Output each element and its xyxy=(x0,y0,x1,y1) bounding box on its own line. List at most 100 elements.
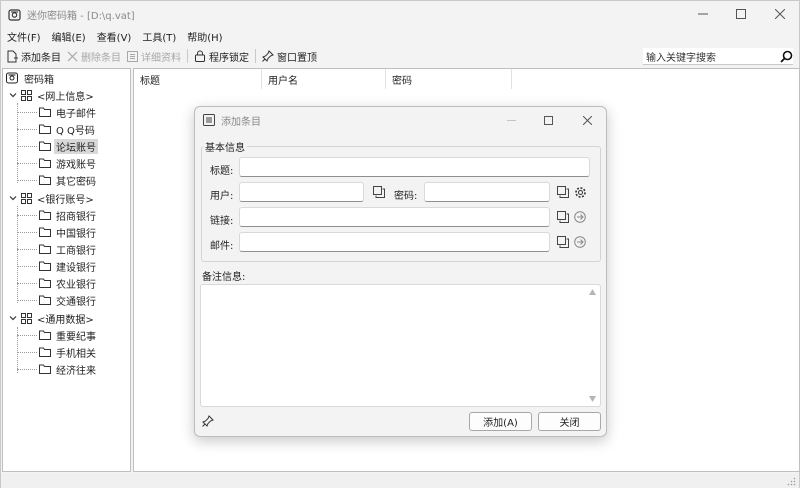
lock-button[interactable]: 程序锁定 xyxy=(194,49,249,64)
details-icon xyxy=(203,114,215,126)
title-bar: 迷你密码箱 - [D:\q.vat] xyxy=(1,1,799,27)
basic-info-title: 基本信息 xyxy=(203,139,247,154)
delete-entry-button[interactable]: 删除条目 xyxy=(67,49,121,64)
add-button[interactable]: 添加(A) xyxy=(469,412,532,431)
link-input[interactable] xyxy=(239,207,550,227)
open-link-button[interactable] xyxy=(573,210,587,224)
menu-view[interactable]: 查看(V) xyxy=(97,29,132,44)
title-input[interactable] xyxy=(239,157,590,177)
tree-item-events[interactable]: 重要纪事 xyxy=(39,327,98,343)
tree-connector xyxy=(17,327,18,373)
tree-item-label: 其它密码 xyxy=(56,176,96,188)
copy-link-button[interactable] xyxy=(556,210,570,224)
tree-item-label: 游戏账号 xyxy=(56,159,96,171)
lock-label: 程序锁定 xyxy=(209,52,249,64)
tree-connector xyxy=(17,232,37,233)
generate-password-button[interactable] xyxy=(573,185,587,199)
folder-icon xyxy=(39,158,51,168)
tree-item-label: 建设银行 xyxy=(56,262,96,274)
column-header-username[interactable]: 用户名 xyxy=(262,69,386,89)
scroll-up-icon[interactable] xyxy=(589,289,596,295)
folder-icon xyxy=(39,330,51,340)
tree-item-forum[interactable]: 论坛账号 xyxy=(39,138,98,154)
copy-icon xyxy=(557,211,569,223)
group-icon xyxy=(21,89,32,101)
user-input[interactable] xyxy=(239,182,364,202)
dialog-title-bar: 添加条目 xyxy=(195,107,606,133)
minimize-button[interactable] xyxy=(684,1,722,27)
password-input[interactable] xyxy=(424,182,550,202)
chevron-down-icon xyxy=(9,316,17,321)
folder-icon xyxy=(39,175,51,185)
details-label: 详细资料 xyxy=(141,52,181,64)
tree-item-bocom[interactable]: 交通银行 xyxy=(39,292,98,308)
tree-item-other[interactable]: 其它密码 xyxy=(39,172,98,188)
tree-group-bank[interactable]: <银行账号> xyxy=(9,190,96,206)
notes-textarea[interactable] xyxy=(200,284,601,407)
copy-user-button[interactable] xyxy=(372,185,386,199)
status-bar xyxy=(1,473,799,488)
folder-icon xyxy=(39,347,51,357)
send-email-button[interactable] xyxy=(573,235,587,249)
email-label: 邮件: xyxy=(210,241,234,252)
pin-window-button[interactable]: 窗口置顶 xyxy=(262,49,317,64)
dialog-close-button[interactable] xyxy=(568,107,606,133)
search-input[interactable]: 输入关键字搜索 xyxy=(643,48,793,65)
tree-item-phone[interactable]: 手机相关 xyxy=(39,344,98,360)
menu-edit[interactable]: 编辑(E) xyxy=(52,29,86,44)
tree-connector xyxy=(17,112,37,113)
tree-item-abc[interactable]: 农业银行 xyxy=(39,275,98,291)
dialog-title: 添加条目 xyxy=(221,116,261,128)
search-icon[interactable] xyxy=(780,50,793,63)
copy-icon xyxy=(373,186,385,198)
tree-item-boc[interactable]: 中国银行 xyxy=(39,224,98,240)
scroll-down-icon[interactable] xyxy=(589,396,596,402)
user-label: 用户: xyxy=(210,191,234,202)
tree-connector xyxy=(17,180,37,181)
menu-help[interactable]: 帮助(H) xyxy=(187,29,222,44)
tree-root-label: 密码箱 xyxy=(24,74,54,86)
delete-icon xyxy=(67,51,78,61)
email-input[interactable] xyxy=(239,232,550,252)
tree-item-game[interactable]: 游戏账号 xyxy=(39,155,98,171)
chevron-down-icon xyxy=(9,196,17,201)
tree-connector xyxy=(17,215,37,216)
dialog-minimize-button[interactable] xyxy=(492,107,530,133)
dialog-maximize-button[interactable] xyxy=(529,107,567,133)
pin-icon xyxy=(202,415,214,427)
menu-file[interactable]: 文件(F) xyxy=(7,29,41,44)
resize-grip-icon[interactable] xyxy=(787,477,796,486)
column-header-password[interactable]: 密码 xyxy=(386,69,512,89)
tree-item-qq[interactable]: Q Q号码 xyxy=(39,121,97,137)
tree-item-ccb[interactable]: 建设银行 xyxy=(39,258,98,274)
tree-item-finance[interactable]: 经济往来 xyxy=(39,361,98,377)
dialog-cancel-button[interactable]: 关闭 xyxy=(538,412,601,431)
tree-root[interactable]: 密码箱 xyxy=(6,70,56,86)
tree-group-online[interactable]: <网上信息> xyxy=(9,87,96,103)
copy-password-button[interactable] xyxy=(556,185,570,199)
toolbar-separator xyxy=(187,49,188,63)
column-header-title[interactable]: 标题 xyxy=(134,69,262,89)
pin-dialog-button[interactable] xyxy=(201,414,215,428)
menu-tools[interactable]: 工具(T) xyxy=(142,29,176,44)
tree-item-label: 交通银行 xyxy=(56,296,96,308)
group-icon xyxy=(21,312,32,324)
tree-item-email[interactable]: 电子邮件 xyxy=(39,104,98,120)
tree-connector xyxy=(17,103,18,183)
tree-item-label: 工商银行 xyxy=(56,245,96,257)
close-button[interactable] xyxy=(761,1,799,27)
toolbar-separator xyxy=(255,49,256,63)
maximize-button[interactable] xyxy=(722,1,760,27)
tree-group-label: <网上信息> xyxy=(37,91,94,103)
copy-email-button[interactable] xyxy=(556,235,570,249)
copy-icon xyxy=(557,236,569,248)
tree-group-general[interactable]: <通用数据> xyxy=(9,310,96,326)
add-entry-button[interactable]: 添加条目 xyxy=(6,49,61,64)
tree-item-label: 经济往来 xyxy=(56,365,96,377)
gear-icon xyxy=(574,186,586,198)
tree-item-cmb[interactable]: 招商银行 xyxy=(39,207,98,223)
lock-icon xyxy=(195,50,205,62)
details-button[interactable]: 详细资料 xyxy=(127,49,181,64)
tree-item-icbc[interactable]: 工商银行 xyxy=(39,241,98,257)
folder-icon xyxy=(39,124,51,134)
